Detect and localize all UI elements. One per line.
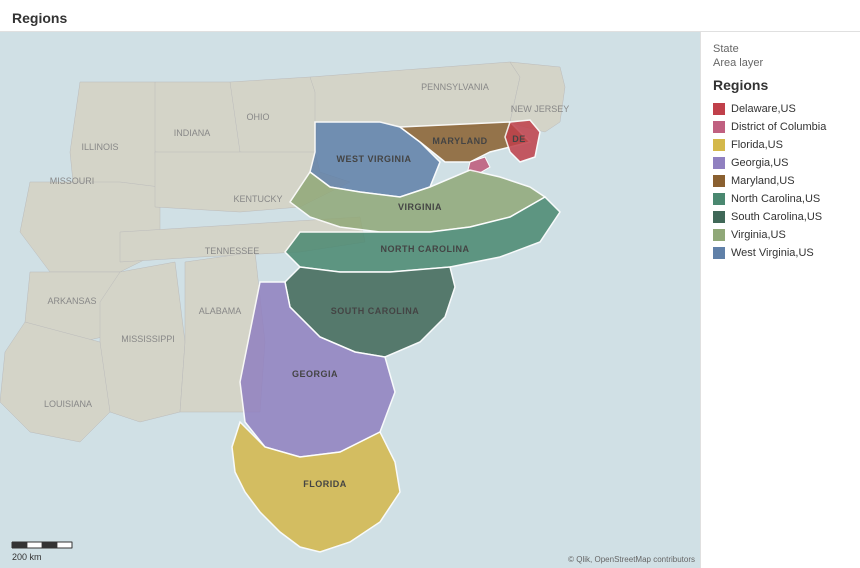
legend-item-wv: West Virginia,US xyxy=(713,247,848,259)
legend-color-maryland xyxy=(713,175,725,187)
legend-label-dc: District of Columbia xyxy=(731,121,826,133)
legend-label-georgia: Georgia,US xyxy=(731,157,788,169)
legend-color-wv xyxy=(713,247,725,259)
main-content: WEST VIRGINIA MARYLAND DE VIRGINIA NORTH… xyxy=(0,32,860,568)
legend-label-virginia: Virginia,US xyxy=(731,229,786,241)
svg-text:200 km: 200 km xyxy=(12,552,42,562)
map-area[interactable]: WEST VIRGINIA MARYLAND DE VIRGINIA NORTH… xyxy=(0,32,700,568)
page-header: Regions xyxy=(0,0,860,32)
legend-item-georgia: Georgia,US xyxy=(713,157,848,169)
legend-label-florida: Florida,US xyxy=(731,139,783,151)
legend-color-nc xyxy=(713,193,725,205)
legend-item-delaware: Delaware,US xyxy=(713,103,848,115)
legend-item-sc: South Carolina,US xyxy=(713,211,848,223)
legend-color-virginia xyxy=(713,229,725,241)
page-title: Regions xyxy=(12,10,67,26)
legend-item-dc: District of Columbia xyxy=(713,121,848,133)
legend-label-delaware: Delaware,US xyxy=(731,103,796,115)
legend-item-maryland: Maryland,US xyxy=(713,175,848,187)
legend-label-sc: South Carolina,US xyxy=(731,211,822,223)
legend-color-dc xyxy=(713,121,725,133)
legend-color-florida xyxy=(713,139,725,151)
app: Regions xyxy=(0,0,860,568)
legend-layer-title: State Area layer xyxy=(713,42,848,71)
legend-item-florida: Florida,US xyxy=(713,139,848,151)
legend-label-wv: West Virginia,US xyxy=(731,247,814,259)
legend-title: Regions xyxy=(713,77,848,93)
legend-color-georgia xyxy=(713,157,725,169)
legend-color-sc xyxy=(713,211,725,223)
legend-item-virginia: Virginia,US xyxy=(713,229,848,241)
legend-color-delaware xyxy=(713,103,725,115)
legend-label-nc: North Carolina,US xyxy=(731,193,820,205)
map-svg: WEST VIRGINIA MARYLAND DE VIRGINIA NORTH… xyxy=(0,32,700,568)
legend-label-maryland: Maryland,US xyxy=(731,175,795,187)
legend-item-nc: North Carolina,US xyxy=(713,193,848,205)
legend-panel: State Area layer Regions Delaware,US Dis… xyxy=(700,32,860,568)
attribution-text: © Qlik, OpenStreetMap contributors xyxy=(568,555,695,564)
